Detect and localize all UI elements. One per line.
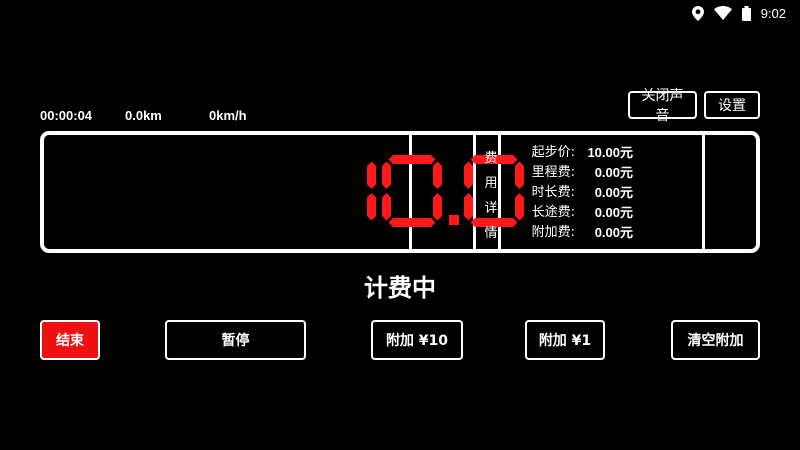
settings-button[interactable]: 设置 [704,91,760,119]
battery-icon [741,5,751,21]
trip-duration: 00:00:04 [40,108,93,123]
fee-row-surcharge: 附加费: 0.00元 [509,223,633,243]
decimal-point [449,215,459,225]
digit-segment [388,218,436,227]
digit-segment [382,193,391,221]
status-bar: 9:02 [691,0,800,26]
trip-speed: 0km/h [209,108,247,123]
fee-row-time: 时长费: 0.00元 [509,183,633,203]
fee-tab-char: 详 [484,201,498,216]
fee-details-tab[interactable]: 费 用 详 情 [482,147,500,241]
fee-value: 0.00元 [594,205,633,220]
fee-label: 附加费: [531,225,575,240]
fee-value: 10.00元 [587,145,633,160]
digit-segment [464,193,473,221]
pause-button[interactable]: 暂停 [165,320,306,360]
fee-value: 0.00元 [594,165,633,180]
clear-surcharge-button[interactable]: 清空附加 [671,320,760,360]
digit-segment [382,161,391,189]
trip-distance: 0.0km [125,108,162,123]
mute-sound-button[interactable]: 关闭声音 [628,88,697,124]
fee-tab-char: 费 [484,151,498,166]
fee-row-base: 起步价: 10.00元 [509,143,633,163]
digit-segment [433,161,442,189]
meter-panel: 费 用 详 情 起步价: 10.00元 里程费: 0.00元 时长费: 0.00… [40,131,760,253]
end-trip-button[interactable]: 结束 [40,320,100,360]
digit-segment [464,161,473,189]
add-1-button[interactable]: 附加 ¥1 [525,320,605,360]
digit-segment [367,161,376,189]
fee-value: 0.00元 [594,185,633,200]
fee-tab-char: 用 [484,176,498,191]
location-icon [691,5,704,21]
add-10-button[interactable]: 附加 ¥10 [371,320,463,360]
fee-tab-char: 情 [484,226,498,241]
fee-row-distance: 里程费: 0.00元 [509,163,633,183]
billing-status: 计费中 [364,274,436,302]
fee-value: 0.00元 [594,225,633,240]
fee-breakdown: 起步价: 10.00元 里程费: 0.00元 时长费: 0.00元 长途费: 0… [509,143,633,243]
fee-row-long-distance: 长途费: 0.00元 [509,203,633,223]
fee-label: 时长费: [531,185,575,200]
digit-segment [388,155,436,164]
panel-divider [702,135,705,249]
digit-segment [433,193,442,221]
fee-label: 长途费: [531,205,575,220]
clock-time: 9:02 [760,5,786,21]
wifi-icon [713,6,732,20]
fee-label: 里程费: [531,165,575,180]
digit-segment [367,193,376,221]
fee-label: 起步价: [531,145,575,160]
